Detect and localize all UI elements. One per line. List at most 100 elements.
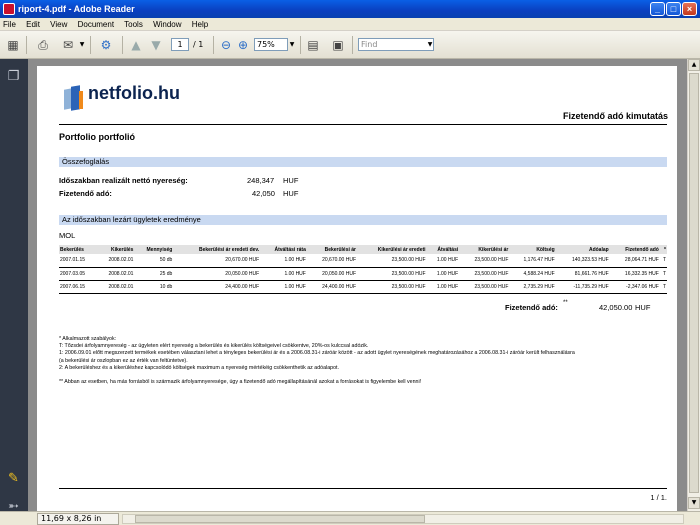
- table-cell: 81,661.76 HUF: [555, 267, 610, 281]
- col-entry-price-orig: Bekerülési ár eredeti dev.: [173, 245, 261, 254]
- vertical-scrollbar[interactable]: ▲ ▼: [687, 59, 700, 511]
- menu-view[interactable]: View: [50, 20, 67, 29]
- page-number-input[interactable]: 1: [171, 38, 189, 51]
- table-cell: 10 db: [134, 280, 174, 294]
- logo-text: netfolio.hu: [88, 83, 180, 103]
- collaborate-icon[interactable]: ⚙: [96, 36, 116, 54]
- toolbar-separator: [90, 36, 91, 54]
- minimize-button[interactable]: _: [650, 2, 665, 16]
- table-cell: 1,176.47 HUF: [509, 254, 556, 268]
- summary-heading: Összefoglalás: [59, 157, 667, 167]
- col-exit-price-orig: Kikerülési ár eredeti: [357, 245, 427, 254]
- table-cell: 2007.06.15: [59, 280, 97, 294]
- table-cell: 2008.02.01: [96, 254, 135, 268]
- fit-page-icon[interactable]: ▤: [305, 36, 321, 54]
- col-fx: Átváltási: [426, 245, 460, 254]
- email-dropdown-icon[interactable]: ▼: [78, 38, 86, 51]
- col-rule: *: [659, 245, 667, 254]
- menu-window[interactable]: Window: [153, 20, 181, 29]
- tax-due-label: Fizetendő adó:: [59, 189, 112, 198]
- total-tax-mark: **: [563, 300, 568, 306]
- table-cell: 4,588.24 HUF: [509, 267, 556, 281]
- col-entry-date: Bekerülés: [59, 245, 97, 254]
- col-exit-date: Kikerülés: [96, 245, 135, 254]
- toolbar-separator: [26, 36, 27, 54]
- maximize-button[interactable]: □: [666, 2, 681, 16]
- menu-help[interactable]: Help: [192, 20, 208, 29]
- menu-edit[interactable]: Edit: [26, 20, 40, 29]
- horizontal-scrollbar[interactable]: [122, 514, 684, 524]
- table-cell: 1.00 HUF: [426, 254, 460, 268]
- horizontal-scroll-thumb[interactable]: [135, 515, 425, 523]
- table-row: 2007.03.05 2008.02.01 25 db 20,050.00 HU…: [59, 267, 667, 281]
- footnote-line: 2: A bekerüléshez és a kikerüléshez kapc…: [59, 364, 340, 371]
- table-cell: 2007.03.05: [59, 267, 97, 281]
- next-page-icon[interactable]: ▼: [148, 36, 164, 54]
- table-cell: 24,400.00 HUF: [173, 280, 261, 294]
- zoom-out-icon[interactable]: ⊖: [218, 36, 234, 54]
- navigation-pane: ❐ ✎ ➵: [0, 59, 28, 514]
- pdf-page: netfolio.hu Fizetendő adó kimutatás Port…: [37, 66, 677, 511]
- table-cell: T: [659, 280, 667, 294]
- toolbar-separator: [352, 36, 353, 54]
- pages-icon[interactable]: ❐: [6, 69, 21, 84]
- table-cell: 16,332.35 HUF: [609, 267, 660, 281]
- report-title: Fizetendő adó kimutatás: [562, 111, 668, 121]
- table-cell: 2007.01.15: [59, 254, 97, 268]
- zoom-level-input[interactable]: 75%: [254, 38, 288, 51]
- document-area: netfolio.hu Fizetendő adó kimutatás Port…: [28, 59, 687, 511]
- footnote-line: ** Abban az esetben, ha más forrásból is…: [59, 379, 422, 386]
- menu-document[interactable]: Document: [78, 20, 114, 29]
- table-cell: 140,323.53 HUF: [555, 254, 610, 268]
- tax-due-unit: HUF: [283, 189, 299, 198]
- print-icon[interactable]: ⎙: [33, 36, 53, 54]
- zoom-in-icon[interactable]: ⊕: [235, 36, 251, 54]
- find-dropdown-icon[interactable]: ▼: [426, 38, 434, 51]
- table-cell: 20,050.00 HUF: [173, 267, 261, 281]
- table-cell: 1.00 HUF: [260, 280, 307, 294]
- email-icon[interactable]: ✉: [58, 36, 78, 54]
- logo-mark-icon: [64, 85, 84, 111]
- table-header-row: Bekerülés Kikerülés Mennyiség Bekerülési…: [59, 245, 667, 254]
- window-title: riport-4.pdf - Adobe Reader: [18, 4, 135, 14]
- menu-tools[interactable]: Tools: [124, 20, 143, 29]
- total-tax-label: Fizetendő adó:: [505, 303, 558, 312]
- pages-panel-icon[interactable]: ▦: [5, 36, 21, 54]
- table-cell: 2008.02.01: [96, 267, 135, 281]
- scroll-down-icon[interactable]: ▼: [688, 497, 700, 509]
- col-fx-rate: Átváltási ráta: [260, 245, 307, 254]
- col-tax-due: Fizetendő adó: [609, 245, 660, 254]
- close-button[interactable]: ×: [682, 2, 697, 16]
- vertical-scroll-thumb[interactable]: [689, 73, 699, 493]
- find-input[interactable]: Find: [358, 38, 434, 51]
- instrument-name: MOL: [59, 231, 76, 240]
- menu-file[interactable]: File: [3, 20, 16, 29]
- full-screen-icon[interactable]: ▣: [330, 36, 346, 54]
- table-cell: 1.00 HUF: [426, 267, 460, 281]
- title-bar: riport-4.pdf - Adobe Reader _ □ ×: [0, 0, 700, 18]
- table-cell: 20,670.00 HUF: [306, 254, 358, 268]
- zoom-dropdown-icon[interactable]: ▼: [288, 38, 296, 51]
- footnote-line: 1: 2006.09.01 előtt megszerzett termékek…: [59, 350, 575, 357]
- previous-page-icon[interactable]: ▲: [128, 36, 144, 54]
- table-cell: T: [659, 254, 667, 268]
- table-cell: 1.00 HUF: [260, 254, 307, 268]
- total-tax-value: 42,050.00: [599, 303, 633, 312]
- scroll-up-icon[interactable]: ▲: [688, 59, 700, 71]
- tax-due-value: 42,050: [252, 189, 275, 198]
- table-cell: T: [659, 267, 667, 281]
- footnotes: * Alkalmazott szabályok: T: Tőzsdei árfo…: [59, 336, 673, 386]
- table-cell: 2,735.29 HUF: [509, 280, 556, 294]
- table-cell: 23,500.00 HUF: [357, 280, 427, 294]
- table-cell: 20,670.00 HUF: [173, 254, 261, 268]
- header-divider: [59, 124, 667, 125]
- comments-icon[interactable]: ✎: [6, 471, 21, 486]
- table-cell: 23,500.00 HUF: [357, 254, 427, 268]
- footnote-line: T: Tőzsdei árfolyamnyereség - az ügylete…: [59, 343, 369, 350]
- col-quantity: Mennyiség: [134, 245, 174, 254]
- table-cell: 2008.02.01: [96, 280, 135, 294]
- table-cell: 50 db: [134, 254, 174, 268]
- table-cell: 23,500.00 HUF: [357, 267, 427, 281]
- toolbar-separator: [213, 36, 214, 54]
- table-cell: 1.00 HUF: [260, 267, 307, 281]
